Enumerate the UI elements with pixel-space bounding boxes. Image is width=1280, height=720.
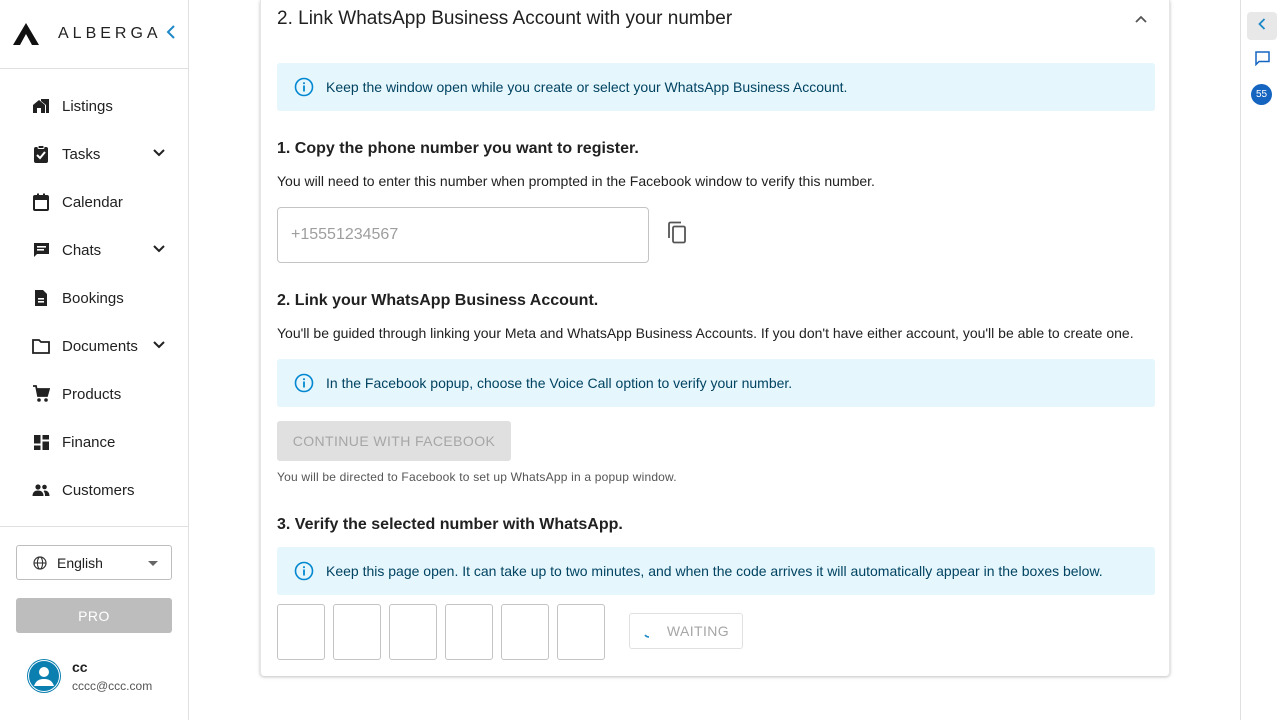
sidebar-item-label: Products (62, 385, 122, 403)
collapse-section-button[interactable] (1133, 12, 1149, 26)
chat-bubble-icon (1254, 51, 1270, 71)
step1-title: 1. Copy the phone number you want to reg… (277, 140, 639, 157)
facebook-note: You will be directed to Facebook to set … (277, 470, 677, 484)
copy-icon (666, 221, 688, 250)
copy-phone-button[interactable] (665, 221, 689, 250)
step2-title: 2. Link your WhatsApp Business Account. (277, 292, 599, 309)
card-title: 2. Link WhatsApp Business Account with y… (277, 8, 733, 29)
sidebar-item-label: Finance (62, 433, 116, 451)
sidebar-item-bookings[interactable]: Bookings (0, 274, 188, 322)
chevron-left-icon (1258, 17, 1266, 35)
cart-icon (32, 385, 50, 403)
user-profile[interactable]: cc cccc@ccc.com (27, 659, 152, 693)
step2-description: You'll be guided through linking your Me… (277, 325, 1134, 341)
sidebar-item-listings[interactable]: Listings (0, 82, 188, 130)
info-alert-keep-page-open: Keep this page open. It can take up to t… (277, 547, 1155, 595)
language-value: English (57, 554, 103, 571)
calendar-icon (32, 193, 50, 211)
info-alert-voice-call: In the Facebook popup, choose the Voice … (277, 359, 1155, 407)
sidebar-item-tasks[interactable]: Tasks (0, 130, 188, 178)
people-icon (32, 481, 50, 499)
spinner-icon (643, 625, 655, 638)
sidebar-item-label: Listings (62, 97, 113, 115)
caret-down-icon (148, 561, 158, 566)
info-alert-window-open: Keep the window open while you create or… (277, 63, 1155, 111)
chevron-down-icon[interactable] (152, 242, 166, 256)
info-icon (294, 561, 314, 581)
sidebar-item-customers[interactable]: Customers (0, 466, 188, 514)
alberga-logo-icon (12, 22, 40, 46)
brand-header: ALBERGA (0, 0, 188, 69)
whatsapp-link-card: 2. Link WhatsApp Business Account with y… (260, 0, 1170, 676)
right-rail: 55 (1240, 0, 1280, 720)
chevron-left-icon (166, 24, 176, 44)
sidebar-item-label: Customers (62, 481, 135, 499)
notification-badge[interactable]: 55 (1251, 84, 1272, 105)
sidebar-collapse-button[interactable] (164, 24, 178, 44)
sidebar-item-products[interactable]: Products (0, 370, 188, 418)
sidebar-item-label: Tasks (62, 145, 101, 163)
dashboard-icon (32, 433, 50, 451)
waiting-button[interactable]: WAITING (629, 613, 743, 649)
sidebar-item-documents[interactable]: Documents (0, 322, 188, 370)
avatar (27, 659, 61, 693)
alert-text: In the Facebook popup, choose the Voice … (326, 375, 793, 391)
chat-icon (32, 241, 50, 259)
rail-expand-button[interactable] (1247, 12, 1277, 40)
user-text: cc cccc@ccc.com (72, 659, 152, 693)
phone-number-input[interactable] (277, 207, 649, 263)
code-digit-5[interactable] (501, 604, 549, 660)
user-email: cccc@ccc.com (72, 679, 153, 693)
step3-title: 3. Verify the selected number with Whats… (277, 516, 623, 533)
sidebar-item-finance[interactable]: Finance (0, 418, 188, 466)
alert-text: Keep this page open. It can take up to t… (326, 563, 1103, 579)
sidebar-item-calendar[interactable]: Calendar (0, 178, 188, 226)
code-digit-6[interactable] (557, 604, 605, 660)
globe-icon (33, 555, 47, 570)
sidebar-item-label: Bookings (62, 289, 124, 307)
step1-description: You will need to enter this number when … (277, 173, 875, 189)
brand-name: ALBERGA (58, 25, 162, 42)
rail-chat-button[interactable] (1254, 51, 1270, 71)
pro-button[interactable]: PRO (16, 598, 172, 633)
document-icon (32, 289, 50, 307)
chevron-up-icon (1135, 10, 1147, 28)
sidebar-footer: English PRO cc cccc@ccc.com (0, 526, 188, 693)
continue-with-facebook-button[interactable]: CONTINUE WITH FACEBOOK (277, 421, 511, 461)
house-icon (32, 97, 50, 115)
sidebar-item-chats[interactable]: Chats (0, 226, 188, 274)
info-icon (294, 77, 314, 97)
sidebar: ALBERGA Listings Tasks Calendar Chats Bo… (0, 0, 189, 720)
alert-text: Keep the window open while you create or… (326, 79, 848, 95)
chevron-down-icon[interactable] (152, 146, 166, 160)
code-digit-1[interactable] (277, 604, 325, 660)
sidebar-item-label: Documents (62, 337, 138, 355)
chevron-down-icon[interactable] (152, 338, 166, 352)
sidebar-nav: Listings Tasks Calendar Chats Bookings D… (0, 69, 188, 514)
code-digit-4[interactable] (445, 604, 493, 660)
code-digit-3[interactable] (389, 604, 437, 660)
waiting-label: WAITING (666, 623, 730, 639)
code-digit-2[interactable] (333, 604, 381, 660)
user-name: cc (72, 659, 88, 675)
info-icon (294, 373, 314, 393)
sidebar-item-label: Calendar (62, 193, 123, 211)
folder-icon (32, 337, 50, 355)
sidebar-item-label: Chats (62, 241, 102, 259)
clipboard-check-icon (32, 145, 50, 163)
language-select[interactable]: English (16, 545, 172, 580)
